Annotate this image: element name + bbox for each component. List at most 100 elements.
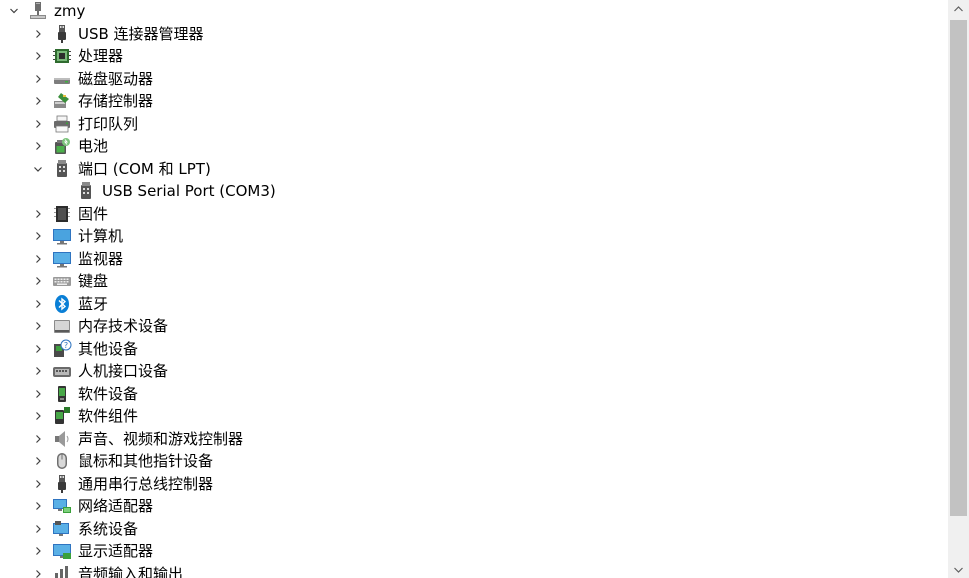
chevron-down-icon[interactable] bbox=[6, 3, 22, 19]
tree-category[interactable]: 打印队列 bbox=[0, 113, 948, 135]
category-label: 显示适配器 bbox=[78, 542, 154, 560]
tree-category[interactable]: 蓝牙 bbox=[0, 293, 948, 315]
usb-controller-icon bbox=[52, 474, 72, 494]
bluetooth-icon bbox=[52, 294, 72, 314]
chevron-right-icon[interactable] bbox=[30, 476, 46, 492]
tree-category[interactable]: 处理器 bbox=[0, 45, 948, 67]
chevron-right-icon[interactable] bbox=[30, 566, 46, 578]
battery-icon bbox=[52, 136, 72, 156]
category-label: 软件组件 bbox=[78, 407, 139, 425]
chevron-right-icon[interactable] bbox=[30, 93, 46, 109]
scroll-down-arrow-icon[interactable] bbox=[948, 561, 969, 578]
audio-io-icon bbox=[52, 564, 72, 578]
port-icon bbox=[52, 159, 72, 179]
tree-category[interactable]: 存储控制器 bbox=[0, 90, 948, 112]
tree-category[interactable]: USB 连接器管理器 bbox=[0, 23, 948, 45]
disk-drive-icon bbox=[52, 69, 72, 89]
scroll-up-arrow-icon[interactable] bbox=[948, 0, 969, 17]
tree-category[interactable]: 软件组件 bbox=[0, 405, 948, 427]
category-label: 端口 (COM 和 LPT) bbox=[78, 160, 211, 178]
category-label: 处理器 bbox=[78, 47, 124, 65]
storage-controller-icon bbox=[52, 91, 72, 111]
chevron-right-icon[interactable] bbox=[30, 251, 46, 267]
category-label: 打印队列 bbox=[78, 115, 139, 133]
unknown-device-icon: ? bbox=[52, 339, 72, 359]
hid-icon bbox=[52, 361, 72, 381]
firmware-icon bbox=[52, 204, 72, 224]
speaker-icon bbox=[52, 429, 72, 449]
tree-category[interactable]: 音频输入和输出 bbox=[0, 563, 948, 578]
system-device-icon bbox=[52, 519, 72, 539]
tree-category[interactable]: 网络适配器 bbox=[0, 495, 948, 517]
tree-category[interactable]: 固件 bbox=[0, 203, 948, 225]
category-label: 键盘 bbox=[78, 272, 109, 290]
network-adapter-icon bbox=[52, 496, 72, 516]
tree-category[interactable]: 计算机 bbox=[0, 225, 948, 247]
display-adapter-icon bbox=[52, 541, 72, 561]
tree-device[interactable]: USB Serial Port (COM3) bbox=[0, 180, 948, 202]
chevron-right-icon[interactable] bbox=[30, 498, 46, 514]
tree-category[interactable]: 显示适配器 bbox=[0, 540, 948, 562]
tree-category[interactable]: 软件设备 bbox=[0, 383, 948, 405]
chevron-right-icon[interactable] bbox=[30, 521, 46, 537]
chevron-right-icon[interactable] bbox=[30, 138, 46, 154]
category-label: 音频输入和输出 bbox=[78, 565, 184, 578]
chevron-right-icon[interactable] bbox=[30, 228, 46, 244]
category-label: 其他设备 bbox=[78, 340, 139, 358]
category-label: 人机接口设备 bbox=[78, 362, 169, 380]
chevron-right-icon[interactable] bbox=[30, 386, 46, 402]
category-label: 鼠标和其他指针设备 bbox=[78, 452, 214, 470]
tree-category[interactable]: 端口 (COM 和 LPT) bbox=[0, 158, 948, 180]
vertical-scrollbar[interactable] bbox=[948, 0, 969, 578]
chevron-right-icon[interactable] bbox=[30, 273, 46, 289]
tree-category[interactable]: 监视器 bbox=[0, 248, 948, 270]
tree-category[interactable]: ? 其他设备 bbox=[0, 338, 948, 360]
chevron-right-icon[interactable] bbox=[30, 363, 46, 379]
chevron-right-icon[interactable] bbox=[30, 48, 46, 64]
category-label: 蓝牙 bbox=[78, 295, 109, 313]
memory-device-icon bbox=[52, 316, 72, 336]
computer-icon bbox=[28, 1, 48, 21]
category-label: 通用串行总线控制器 bbox=[78, 475, 214, 493]
tree-category[interactable]: 通用串行总线控制器 bbox=[0, 473, 948, 495]
category-label: 系统设备 bbox=[78, 520, 139, 538]
chevron-right-icon[interactable] bbox=[30, 26, 46, 42]
chevron-right-icon[interactable] bbox=[30, 408, 46, 424]
tree-category[interactable]: 磁盘驱动器 bbox=[0, 68, 948, 90]
device-label: USB Serial Port (COM3) bbox=[102, 182, 276, 200]
tree-category[interactable]: 系统设备 bbox=[0, 518, 948, 540]
category-label: 网络适配器 bbox=[78, 497, 154, 515]
tree-category[interactable]: 键盘 bbox=[0, 270, 948, 292]
chevron-right-icon[interactable] bbox=[30, 71, 46, 87]
chevron-right-icon[interactable] bbox=[30, 296, 46, 312]
tree-category[interactable]: 电池 bbox=[0, 135, 948, 157]
category-label: 计算机 bbox=[78, 227, 124, 245]
software-component-icon bbox=[52, 406, 72, 426]
usb-connector-icon bbox=[52, 24, 72, 44]
category-label: USB 连接器管理器 bbox=[78, 25, 204, 43]
scrollbar-thumb[interactable] bbox=[950, 20, 967, 516]
device-tree[interactable]: zmy USB 连接器管理器 处理器磁盘驱动器存储控制器打印队列电池端口 (COM… bbox=[0, 0, 948, 578]
tree-category[interactable]: 鼠标和其他指针设备 bbox=[0, 450, 948, 472]
chevron-right-icon[interactable] bbox=[30, 206, 46, 222]
chevron-right-icon[interactable] bbox=[30, 318, 46, 334]
category-label: 固件 bbox=[78, 205, 109, 223]
chevron-right-icon[interactable] bbox=[30, 453, 46, 469]
tree-category[interactable]: 人机接口设备 bbox=[0, 360, 948, 382]
chevron-right-icon[interactable] bbox=[30, 116, 46, 132]
printer-icon bbox=[52, 114, 72, 134]
chevron-right-icon[interactable] bbox=[30, 431, 46, 447]
tree-category[interactable]: 声音、视频和游戏控制器 bbox=[0, 428, 948, 450]
tree-category[interactable]: 内存技术设备 bbox=[0, 315, 948, 337]
chevron-down-icon[interactable] bbox=[30, 161, 46, 177]
tree-root[interactable]: zmy bbox=[0, 0, 948, 22]
keyboard-icon bbox=[52, 271, 72, 291]
monitor-computer-icon bbox=[52, 226, 72, 246]
monitor-icon bbox=[52, 249, 72, 269]
chevron-right-icon[interactable] bbox=[30, 543, 46, 559]
category-label: 声音、视频和游戏控制器 bbox=[78, 430, 244, 448]
category-label: 磁盘驱动器 bbox=[78, 70, 154, 88]
chevron-right-icon[interactable] bbox=[30, 341, 46, 357]
svg-text:?: ? bbox=[64, 341, 68, 350]
mouse-icon bbox=[52, 451, 72, 471]
